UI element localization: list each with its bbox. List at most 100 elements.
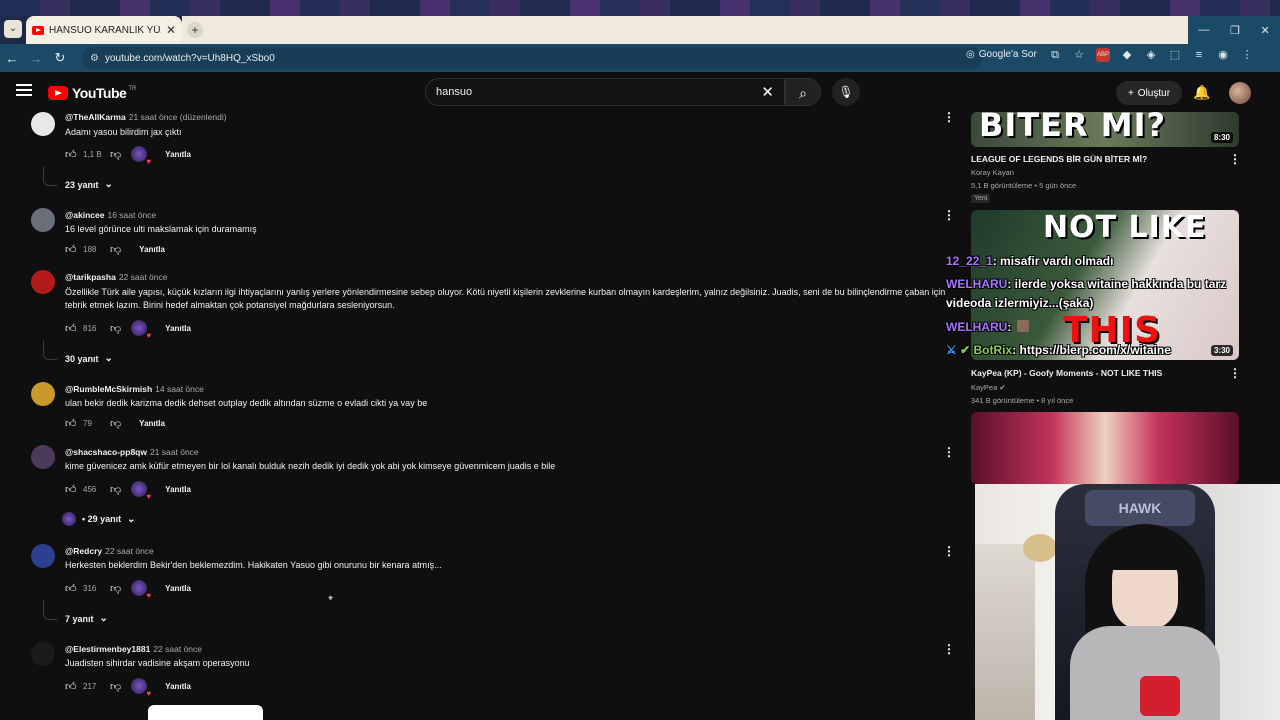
address-bar[interactable]: ⚙ youtube.com/watch?v=Uh8HQ_xSbo0 <box>82 47 982 69</box>
comment-time[interactable]: 21 saat önce (düzenlendi) <box>129 112 227 122</box>
video-duration: 8:30 <box>1210 132 1233 143</box>
replies-toggle[interactable]: • 29 yanıt ⌄ <box>62 512 136 526</box>
reply-button[interactable]: Yanıtla <box>139 419 165 428</box>
video-more-icon[interactable]: ⋮ <box>1229 152 1241 166</box>
comment-author[interactable]: @Elestirmenbey1881 <box>65 644 150 654</box>
comment-time[interactable]: 16 saat önce <box>107 210 156 220</box>
commenter-avatar[interactable] <box>31 544 55 568</box>
google-ask-button[interactable]: ◎ Google'a Sor <box>966 49 1037 60</box>
like-icon[interactable]: 👍︎ <box>65 148 77 161</box>
adblock-extension-icon[interactable]: ABP <box>1096 48 1110 62</box>
comment-more-icon[interactable]: ⋮ <box>943 208 955 222</box>
like-icon[interactable]: 👍︎ <box>65 680 77 693</box>
dislike-icon[interactable]: 👎︎ <box>110 148 121 161</box>
video-thumbnail[interactable]: BITER Mİ? 8:30 <box>971 112 1239 147</box>
voice-search-icon[interactable]: 🎙 <box>832 78 860 106</box>
comment-header: @RumbleMcSkirmish 14 saat önce <box>65 384 204 394</box>
like-icon[interactable]: 👍︎ <box>65 483 77 496</box>
reply-button[interactable]: Yanıtla <box>165 324 191 333</box>
video-more-icon[interactable]: ⋮ <box>1229 366 1241 380</box>
tab-search-button[interactable]: ⌄ <box>4 20 22 38</box>
comment-actions: 👍︎ 816 👎︎ Yanıtla <box>65 320 191 340</box>
comment-more-icon[interactable]: ⋮ <box>943 110 955 124</box>
like-icon[interactable]: 👍︎ <box>65 582 77 595</box>
comment-time[interactable]: 22 saat önce <box>153 644 202 654</box>
forward-arrow-icon[interactable]: → <box>24 51 48 66</box>
comments-section: @TheAllKarma 21 saat önce (düzenlendi) Ad… <box>0 108 960 708</box>
video-title[interactable]: LEAGUE OF LEGENDS BİR GÜN BİTER Mİ? <box>971 154 1221 164</box>
replies-toggle[interactable]: 30 yanıt ⌄ <box>65 353 113 364</box>
dislike-icon[interactable]: 👎︎ <box>110 483 121 496</box>
like-icon[interactable]: 👍︎ <box>65 322 77 335</box>
create-button[interactable]: + Oluştur <box>1116 81 1182 105</box>
commenter-avatar[interactable] <box>31 445 55 469</box>
commenter-avatar[interactable] <box>31 642 55 666</box>
youtube-favicon-icon <box>32 25 44 35</box>
commenter-avatar[interactable] <box>31 208 55 232</box>
reply-button[interactable]: Yanıtla <box>165 485 191 494</box>
comment-actions: 👍︎ 316 👎︎ Yanıtla <box>65 580 191 600</box>
comment-text: Adamı yasou bilirdim jax çıktı <box>65 127 182 137</box>
browser-tabstrip: ⌄ HANSUO KARANLIK YÜZÜ ✕ + — ❐ ✕ <box>0 0 1280 44</box>
extension-shield-icon[interactable]: ◈ <box>1144 48 1158 62</box>
like-icon[interactable]: 👍︎ <box>65 243 77 256</box>
extensions-puzzle-icon[interactable]: ⬚ <box>1168 48 1182 62</box>
youtube-logo[interactable]: YouTube TR <box>48 85 136 101</box>
comment-author[interactable]: @RumbleMcSkirmish <box>65 384 152 394</box>
search-input[interactable]: hansuo ✕ <box>425 78 785 106</box>
channel-name[interactable]: KayPea ✔ <box>971 383 1006 392</box>
reload-icon[interactable]: ↻ <box>48 50 72 66</box>
close-window-button[interactable]: ✕ <box>1260 24 1269 37</box>
account-avatar[interactable] <box>1229 82 1251 104</box>
commenter-avatar[interactable] <box>31 382 55 406</box>
browser-tab-active[interactable]: HANSUO KARANLIK YÜZÜ ✕ <box>26 16 182 44</box>
browser-menu-icon[interactable]: ⋮ <box>1240 48 1254 62</box>
channel-name[interactable]: Koray Kayan <box>971 168 1014 177</box>
hamburger-menu-icon[interactable] <box>16 84 32 96</box>
extension-diamond-icon[interactable]: ◆ <box>1120 48 1134 62</box>
comment-more-icon[interactable]: ⋮ <box>943 445 955 459</box>
comment-author[interactable]: @tarikpasha <box>65 272 116 282</box>
video-title[interactable]: KayPea (KP) - Goofy Moments - NOT LIKE T… <box>971 368 1221 378</box>
dislike-icon[interactable]: 👎︎ <box>110 680 121 693</box>
restore-button[interactable]: ❐ <box>1230 24 1240 37</box>
comment-time[interactable]: 22 saat önce <box>105 546 154 556</box>
replies-toggle[interactable]: 23 yanıt ⌄ <box>65 179 113 190</box>
new-tab-button[interactable]: + <box>187 22 203 38</box>
comment-author[interactable]: @Redcry <box>65 546 102 556</box>
media-controls-icon[interactable]: ≡ <box>1192 48 1206 62</box>
reply-button[interactable]: Yanıtla <box>165 682 191 691</box>
comment-text: 16 level görünce ulti makslamak için dur… <box>65 224 257 234</box>
dislike-icon[interactable]: 👎︎ <box>110 322 121 335</box>
comment-time[interactable]: 14 saat önce <box>155 384 204 394</box>
commenter-avatar[interactable] <box>31 112 55 136</box>
like-icon[interactable]: 👍︎ <box>65 417 77 430</box>
comment-time[interactable]: 21 saat önce <box>150 447 199 457</box>
reply-button[interactable]: Yanıtla <box>139 245 165 254</box>
tab-close-button[interactable]: ✕ <box>166 23 176 37</box>
replies-count: 30 yanıt <box>65 353 99 364</box>
notifications-bell-icon[interactable]: 🔔 <box>1193 84 1210 101</box>
dislike-icon[interactable]: 👎︎ <box>110 243 121 256</box>
video-thumbnail[interactable] <box>971 412 1239 484</box>
replies-toggle[interactable]: 7 yanıt ⌄ <box>65 613 108 624</box>
bookmark-star-icon[interactable]: ☆ <box>1072 48 1086 62</box>
comment-author[interactable]: @shacshaco-pp8qw <box>65 447 147 457</box>
comment-more-icon[interactable]: ⋮ <box>943 544 955 558</box>
back-arrow-icon[interactable]: ← <box>0 51 24 66</box>
minimize-button[interactable]: — <box>1198 24 1209 36</box>
dislike-icon[interactable]: 👎︎ <box>110 582 121 595</box>
clear-search-icon[interactable]: ✕ <box>761 83 774 101</box>
comment-more-icon[interactable]: ⋮ <box>943 642 955 656</box>
reply-button[interactable]: Yanıtla <box>165 150 191 159</box>
install-app-icon[interactable]: ⧉ <box>1048 48 1062 62</box>
dislike-icon[interactable]: 👎︎ <box>110 417 121 430</box>
profile-icon[interactable]: ◉ <box>1216 48 1230 62</box>
comment-author[interactable]: @TheAllKarma <box>65 112 126 122</box>
commenter-avatar[interactable] <box>31 270 55 294</box>
reply-button[interactable]: Yanıtla <box>165 584 191 593</box>
comment-author[interactable]: @akincee <box>65 210 104 220</box>
search-button[interactable]: ⌕ <box>785 78 821 106</box>
comment-time[interactable]: 22 saat önce <box>119 272 168 282</box>
site-info-icon[interactable]: ⚙ <box>90 53 99 64</box>
